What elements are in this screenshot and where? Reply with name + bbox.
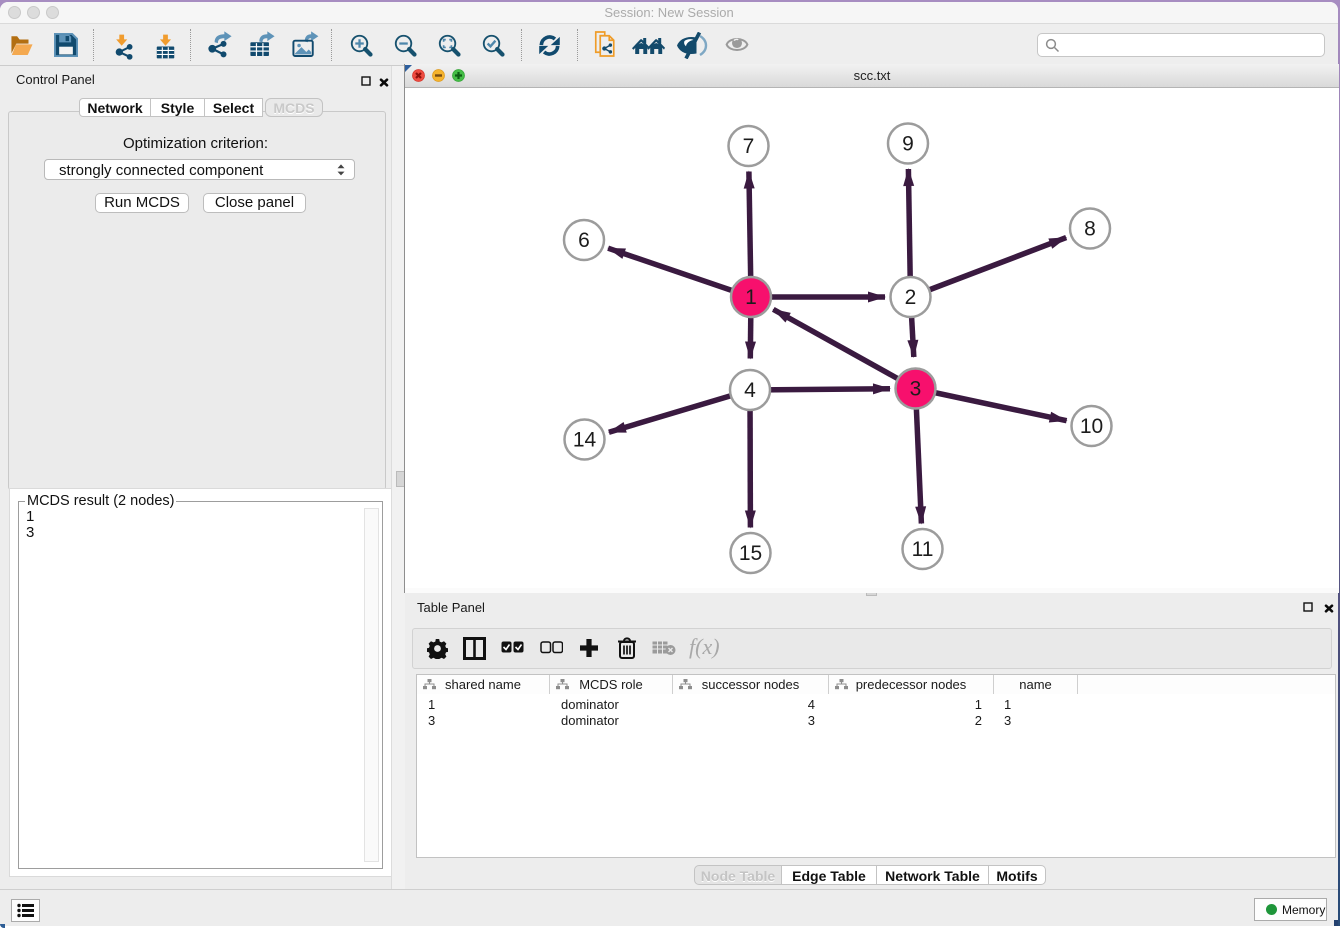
svg-text:8: 8 <box>1084 218 1096 241</box>
svg-text:10: 10 <box>1080 415 1103 438</box>
svg-text:15: 15 <box>739 542 762 565</box>
svg-text:14: 14 <box>573 429 597 452</box>
svg-text:4: 4 <box>744 379 756 402</box>
svg-text:1: 1 <box>745 286 757 309</box>
svg-text:3: 3 <box>910 378 922 401</box>
svg-text:7: 7 <box>743 135 755 158</box>
svg-text:11: 11 <box>912 538 934 561</box>
svg-text:9: 9 <box>902 133 914 156</box>
svg-text:6: 6 <box>578 229 590 252</box>
svg-text:2: 2 <box>905 286 917 309</box>
